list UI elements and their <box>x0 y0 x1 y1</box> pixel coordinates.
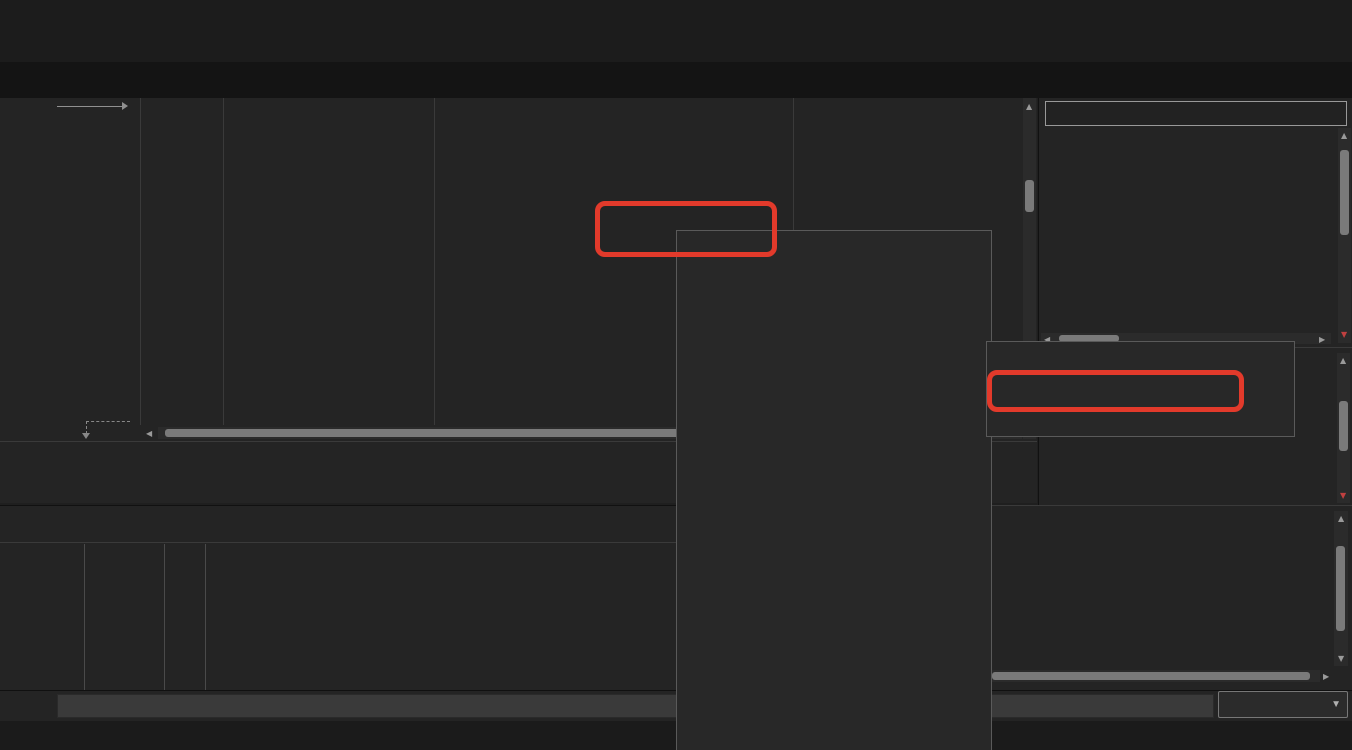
vscroll-up-icon[interactable]: ▲ <box>1340 356 1346 365</box>
stack-vscrollbar[interactable]: ▲ ▼ <box>1334 511 1348 666</box>
vscroll-up-icon[interactable]: ▲ <box>1338 514 1344 523</box>
column-divider <box>84 544 85 690</box>
x64dbg-window: ◀ ▲ ▼ ▲ ▼ ◀ ▶ ▲ <box>0 0 1352 750</box>
jump-line <box>86 421 130 422</box>
hscroll-left-icon[interactable]: ◀ <box>146 429 152 438</box>
annotation-rect-constant-item <box>987 370 1244 412</box>
annotation-rect-call-operand <box>595 201 777 257</box>
vscroll-down-icon[interactable]: ▼ <box>1340 491 1346 500</box>
column-divider <box>223 98 224 425</box>
eip-arrow <box>57 106 123 107</box>
chevron-down-icon: ▼ <box>1331 699 1341 710</box>
hscroll-thumb[interactable] <box>992 672 1310 680</box>
profile-dropdown[interactable]: ▼ <box>1218 691 1348 718</box>
registers-vscrollbar[interactable]: ▲ ▼ <box>1338 128 1351 343</box>
registers-panel[interactable]: ▲ ▼ ◀ ▶ <box>1038 98 1352 347</box>
jump-arrow-icon <box>82 433 90 439</box>
vscroll-thumb[interactable] <box>1336 546 1345 631</box>
vscroll-down-icon[interactable]: ▼ <box>1341 330 1347 339</box>
column-divider <box>434 98 435 425</box>
menu-bar <box>0 0 1352 24</box>
stack-panel[interactable]: ▶ ▲ ▼ <box>988 505 1352 690</box>
vscroll-up-icon[interactable]: ▲ <box>1341 131 1347 140</box>
context-menu <box>676 230 992 750</box>
column-divider <box>164 544 165 690</box>
vscroll-thumb[interactable] <box>1025 180 1034 212</box>
column-divider <box>140 98 141 425</box>
eip-arrow-head <box>122 102 128 110</box>
toolbar <box>0 24 1352 62</box>
args-vscrollbar[interactable]: ▲ ▼ <box>1337 353 1350 503</box>
vscroll-up-icon[interactable]: ▲ <box>1026 102 1032 111</box>
stack-hscrollbar[interactable] <box>990 670 1320 682</box>
vscroll-down-icon[interactable]: ▼ <box>1338 654 1344 663</box>
hide-fpu-button[interactable] <box>1045 101 1347 126</box>
hscroll-right-icon[interactable]: ▶ <box>1319 335 1325 344</box>
command-input[interactable] <box>57 694 1214 718</box>
tab-bar <box>0 62 1352 98</box>
vscroll-thumb[interactable] <box>1339 401 1348 451</box>
vscroll-thumb[interactable] <box>1340 150 1349 235</box>
column-divider <box>205 544 206 690</box>
hscroll-right-icon[interactable]: ▶ <box>1323 672 1329 681</box>
